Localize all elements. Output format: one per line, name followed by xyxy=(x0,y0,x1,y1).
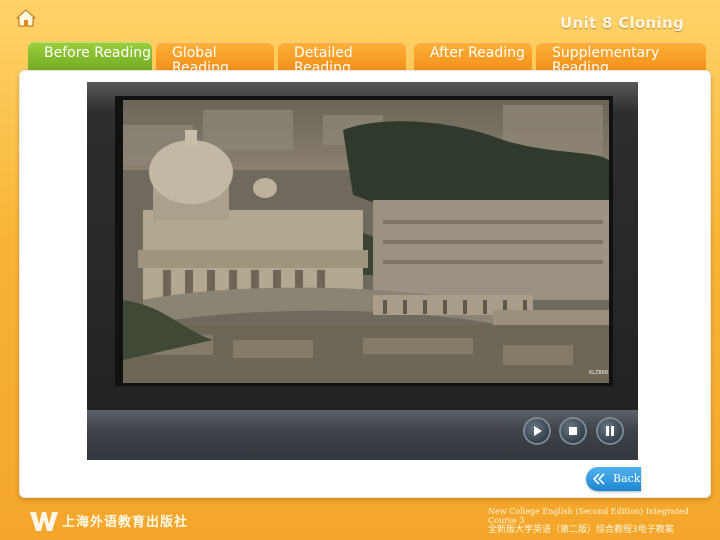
video-player: KLZ868 xyxy=(87,82,638,460)
publisher-logo xyxy=(30,510,58,536)
double-chevron-left-icon xyxy=(592,473,605,485)
pause-icon xyxy=(606,426,614,436)
play-button[interactable] xyxy=(525,419,549,443)
player-controls xyxy=(87,410,638,460)
stop-button[interactable] xyxy=(561,419,585,443)
video-watermark: KLZ868 xyxy=(589,370,608,376)
pause-button[interactable] xyxy=(598,419,622,443)
home-icon[interactable] xyxy=(15,9,37,27)
back-button[interactable]: Back xyxy=(586,467,641,491)
unit-title: Unit 8 Cloning xyxy=(560,14,684,32)
publisher-name: 上海外语教育出版社 xyxy=(62,515,189,530)
course-title-zh: 全新版大学英语（第二版）综合教程3电子教案 xyxy=(488,525,674,535)
play-icon xyxy=(534,426,542,436)
stop-icon xyxy=(569,427,577,435)
video-screen[interactable]: KLZ868 xyxy=(123,100,609,383)
back-label: Back xyxy=(613,472,641,485)
